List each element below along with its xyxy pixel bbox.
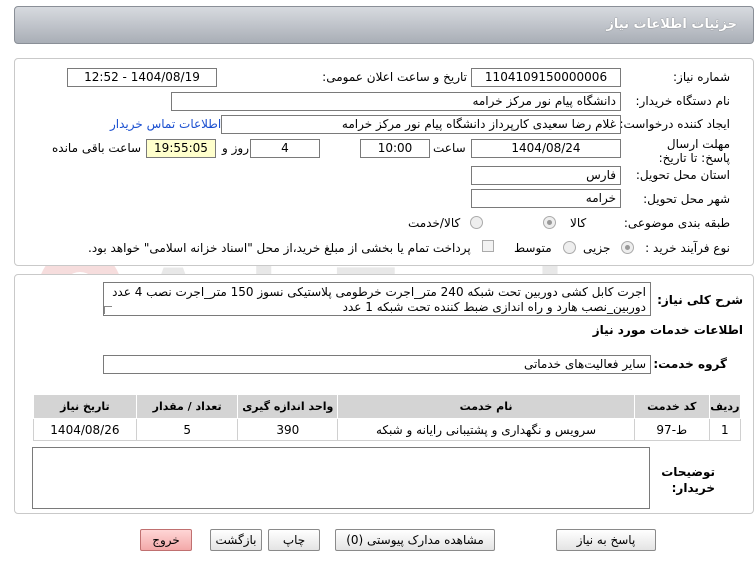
services-table: ردیف کد خدمت نام خدمت واحد اندازه گیری ت… <box>33 394 742 441</box>
treasury-payment-note: پرداخت تمام یا بخشی از مبلغ خرید،از محل … <box>88 241 471 255</box>
category-option-goods-services-label: کالا/خدمت <box>408 216 461 230</box>
service-code: ط-97 <box>633 418 710 441</box>
process-option-medium-label: متوسط <box>514 241 552 255</box>
deadline-label: مهلت ارسال پاسخ: تا تاریخ: <box>658 137 730 165</box>
col-name-header: نام خدمت <box>337 394 635 419</box>
row-number: 1 <box>708 418 742 441</box>
col-date-header: تاریخ نیاز <box>33 394 137 419</box>
remaining-time-field: 19:55:05 <box>146 139 216 158</box>
category-option-goods-label: کالا <box>570 216 587 230</box>
reply-to-need-button[interactable]: پاسخ به نیاز <box>556 529 656 551</box>
process-option-partial-label: جزیی <box>583 241 611 255</box>
days-remaining-field: 4 <box>250 139 320 158</box>
services-section-title: اطلاعات خدمات مورد نیاز <box>592 323 743 337</box>
view-attachments-button[interactable]: مشاهده مدارک پیوستی (0) <box>335 529 495 551</box>
process-partial-radio[interactable] <box>621 241 634 254</box>
need-number-field: 1104109150000006 <box>471 68 621 87</box>
resize-handle-icon[interactable] <box>104 306 112 314</box>
page-title: جزئیات اطلاعات نیاز <box>606 17 737 32</box>
need-number-label: شماره نیاز: <box>673 70 730 84</box>
header-bar: جزئیات اطلاعات نیاز <box>14 6 754 44</box>
deadline-time-label: ساعت <box>433 141 466 155</box>
service-unit: 390 <box>237 418 339 441</box>
province-field: فارس <box>471 166 621 185</box>
treasury-payment-checkbox[interactable] <box>482 240 494 252</box>
col-quantity-header: تعداد / مقدار <box>135 394 239 419</box>
remaining-time-label: ساعت باقی مانده <box>52 141 142 155</box>
service-group-label: گروه خدمت: <box>653 357 727 371</box>
process-type-label: نوع فرآیند خرید : <box>645 241 730 255</box>
announce-datetime-field: 1404/08/19 - 12:52 <box>67 68 217 87</box>
exit-button[interactable]: خروج <box>140 529 192 551</box>
requester-label: ایجاد کننده درخواست: <box>619 117 730 131</box>
buyer-notes-label: توضیحات خریدار: <box>661 465 715 495</box>
summary-textarea: اجرت کابل کشی دوربین تحت شبکه 240 متر_اج… <box>103 282 651 316</box>
service-name: سرویس و نگهداری و پشتیبانی رایانه و شبکه <box>337 418 635 441</box>
category-label: طبقه بندی موضوعی: <box>623 216 730 230</box>
table-row: 1 ط-97 سرویس و نگهداری و پشتیبانی رایانه… <box>33 418 742 441</box>
process-medium-radio[interactable] <box>563 241 576 254</box>
print-button[interactable]: چاپ <box>268 529 320 551</box>
buyer-contact-link[interactable]: اطلاعات تماس خریدار <box>110 117 221 131</box>
city-field: خرامه <box>471 189 621 208</box>
back-button[interactable]: بازگشت <box>210 529 262 551</box>
buyer-org-label: نام دستگاه خریدار: <box>635 94 731 108</box>
buyer-org-field: دانشگاه پیام نور مرکز خرامه <box>171 92 621 111</box>
announce-datetime-label: تاریخ و ساعت اعلان عمومی: <box>322 70 467 84</box>
buyer-notes-textarea[interactable] <box>32 447 650 509</box>
service-group-field: سایر فعالیت‌های خدماتی <box>103 355 651 374</box>
service-quantity: 5 <box>135 418 239 441</box>
category-goods-services-radio[interactable] <box>470 216 483 229</box>
service-need-date: 1404/08/26 <box>33 418 137 441</box>
requester-field: غلام رضا سعیدی کارپرداز دانشگاه پیام نور… <box>221 115 621 134</box>
category-goods-radio[interactable] <box>543 216 556 229</box>
col-code-header: کد خدمت <box>633 394 710 419</box>
city-label: شهر محل تحویل: <box>643 192 730 206</box>
province-label: استان محل تحویل: <box>635 168 730 182</box>
days-label: روز و <box>222 141 249 155</box>
deadline-time-field: 10:00 <box>360 139 430 158</box>
col-row-header: ردیف <box>708 394 742 419</box>
summary-label: شرح کلی نیاز: <box>657 293 743 307</box>
col-unit-header: واحد اندازه گیری <box>237 394 339 419</box>
deadline-date-field: 1404/08/24 <box>471 139 621 158</box>
table-header-row: ردیف کد خدمت نام خدمت واحد اندازه گیری ت… <box>33 394 742 419</box>
